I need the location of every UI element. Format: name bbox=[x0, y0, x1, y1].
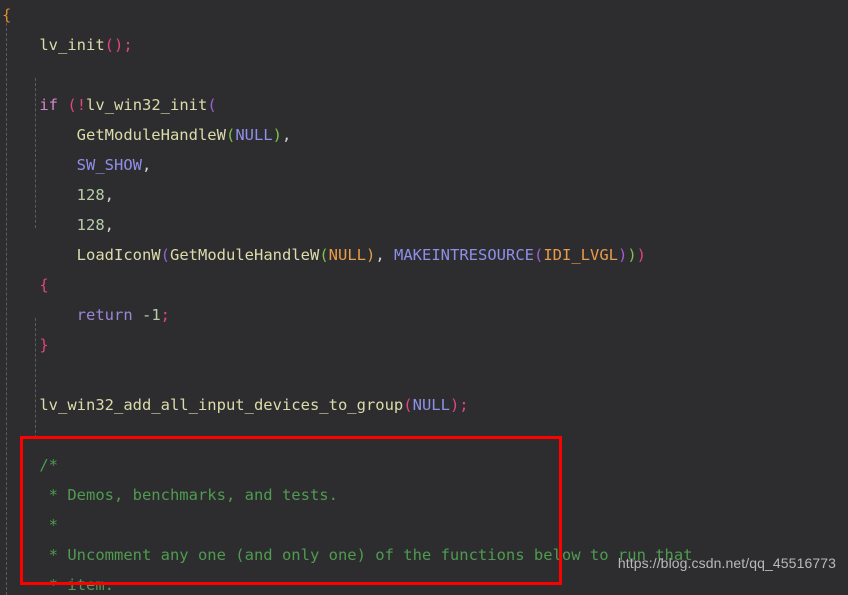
code-line[interactable]: lv_init(); bbox=[0, 30, 848, 60]
code-line[interactable]: SW_SHOW, bbox=[0, 150, 848, 180]
code-line[interactable]: { bbox=[0, 270, 848, 300]
code-line[interactable] bbox=[0, 360, 848, 390]
code-line[interactable]: lv_win32_add_all_input_devices_to_group(… bbox=[0, 390, 848, 420]
code-line[interactable]: 128, bbox=[0, 210, 848, 240]
code-line[interactable]: LoadIconW(GetModuleHandleW(NULL), MAKEIN… bbox=[0, 240, 848, 270]
code-editor-pane[interactable]: { lv_init(); if (!lv_win32_init( GetModu… bbox=[0, 0, 848, 595]
comment-line[interactable]: * Demos, benchmarks, and tests. bbox=[0, 480, 848, 510]
code-line[interactable] bbox=[0, 420, 848, 450]
comment-line[interactable]: * bbox=[0, 510, 848, 540]
code-line[interactable]: return -1; bbox=[0, 300, 848, 330]
code-line[interactable]: } bbox=[0, 330, 848, 360]
code-line[interactable]: if (!lv_win32_init( bbox=[0, 90, 848, 120]
code-line[interactable]: 128, bbox=[0, 180, 848, 210]
code-line[interactable]: GetModuleHandleW(NULL), bbox=[0, 120, 848, 150]
code-line[interactable] bbox=[0, 60, 848, 90]
code-line[interactable]: { bbox=[0, 0, 848, 30]
comment-line[interactable]: /* bbox=[0, 450, 848, 480]
watermark-url: https://blog.csdn.net/qq_45516773 bbox=[618, 548, 836, 578]
code-lines[interactable]: { lv_init(); if (!lv_win32_init( GetModu… bbox=[0, 0, 848, 595]
